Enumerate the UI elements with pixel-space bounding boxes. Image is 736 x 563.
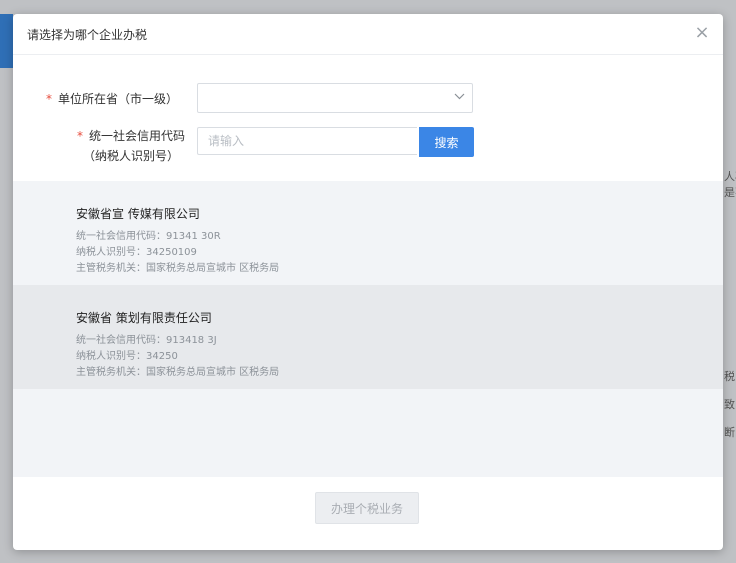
- enterprise-result-item[interactable]: 安徽省 策划有限责任公司 统一社会信用代码：913418 3J 纳税人识别号：3…: [13, 285, 723, 389]
- background-text-fragment: 人石: [724, 170, 736, 183]
- credit-code-value: 统一社会信用代码：91341 30R: [76, 231, 221, 242]
- background-text-fragment: 税: [724, 370, 735, 383]
- dialog-header: 请选择为哪个企业办税 ×: [13, 14, 723, 55]
- credit-code-input[interactable]: [197, 127, 417, 155]
- taxpayer-id-value: 纳税人识别号：34250: [76, 351, 178, 362]
- dialog-title: 请选择为哪个企业办税: [27, 28, 148, 42]
- credit-code-label: * 统一社会信用代码 （纳税人识别号）: [66, 126, 196, 166]
- background-text-fragment: 致: [724, 398, 735, 411]
- taxpayer-id-value: 纳税人识别号：34250109: [76, 247, 197, 258]
- province-label-text: 单位所在省（市一级）: [58, 92, 179, 106]
- enterprise-result-item[interactable]: 安徽省宣 传媒有限公司 统一社会信用代码：91341 30R 纳税人识别号：34…: [13, 181, 723, 285]
- background-text-fragment: 断: [724, 426, 735, 439]
- tax-authority-value: 主管税务机关：国家税务总局宣城市 区税务局: [76, 367, 280, 378]
- province-label: * 单位所在省（市一级）: [46, 90, 196, 107]
- search-button[interactable]: 搜索: [419, 127, 474, 157]
- credit-code-value: 统一社会信用代码：913418 3J: [76, 335, 217, 346]
- credit-code-label-line1: 统一社会信用代码: [88, 129, 185, 143]
- background-text-fragment: 是不: [724, 186, 736, 199]
- background-nav-bar: [0, 14, 13, 68]
- company-name: 安徽省 策划有限责任公司: [76, 311, 212, 325]
- required-mark: *: [46, 92, 52, 106]
- select-enterprise-dialog: 请选择为哪个企业办税 × * 单位所在省（市一级） * 统一社会信用代码 （纳税人识…: [13, 14, 723, 550]
- handle-personal-tax-button[interactable]: 办理个税业务: [315, 492, 419, 524]
- tax-authority-value: 主管税务机关：国家税务总局宣城市 区税务局: [76, 263, 280, 274]
- enterprise-result-list: 安徽省宣 传媒有限公司 统一社会信用代码：91341 30R 纳税人识别号：34…: [13, 181, 723, 477]
- close-icon[interactable]: ×: [691, 22, 713, 44]
- chevron-down-icon: [454, 90, 465, 100]
- company-name: 安徽省宣 传媒有限公司: [76, 207, 200, 221]
- credit-code-label-line2: （纳税人识别号）: [82, 149, 179, 163]
- required-mark: *: [76, 129, 83, 143]
- province-select[interactable]: [197, 83, 473, 113]
